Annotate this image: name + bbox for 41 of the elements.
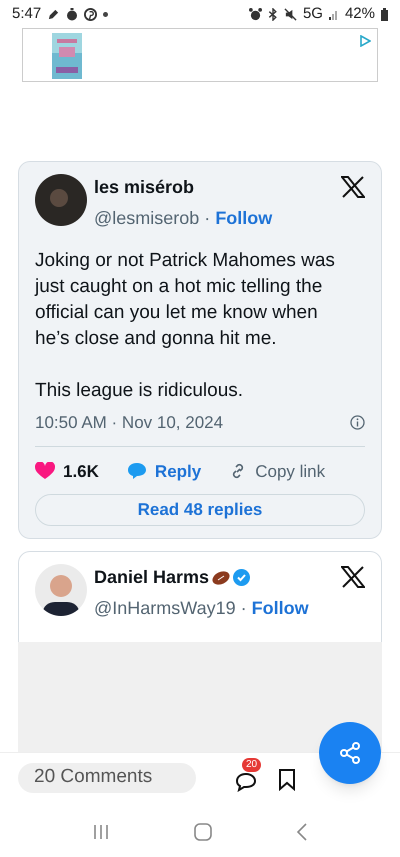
dot-icon [103, 12, 108, 16]
comment-count-badge: 20 [242, 758, 262, 772]
follow-link[interactable]: Follow [215, 208, 272, 228]
mute-icon [284, 8, 297, 20]
signal-icon [328, 8, 339, 20]
follow-link[interactable]: Follow [252, 598, 309, 618]
clock: 5:47 [12, 4, 42, 24]
comment-icon[interactable] [235, 772, 257, 792]
comments-button[interactable]: 20 Comments [18, 762, 196, 792]
home-icon[interactable] [194, 822, 212, 840]
bluetooth-icon [268, 8, 278, 20]
x-logo-icon[interactable] [341, 176, 365, 198]
info-icon[interactable] [350, 415, 365, 430]
copy-link-button[interactable]: Copy link [229, 458, 326, 484]
like-button[interactable]: 1.6K [35, 458, 99, 484]
ad-banner[interactable] [22, 28, 378, 82]
author-handle: @InHarmsWay19 · [94, 598, 247, 618]
pin-icon [84, 8, 98, 20]
speech-bubble-icon [126, 462, 147, 480]
battery-percent: 42% [344, 4, 375, 24]
author-name[interactable]: les misérob [94, 174, 194, 201]
author-handle: @lesmiserob · [94, 208, 210, 228]
x-logo-icon[interactable] [341, 566, 365, 588]
pencil-icon [47, 8, 60, 20]
tweet-text: This league is ridiculous. [35, 379, 244, 403]
timestamp[interactable]: 10:50 AM · Nov 10, 2024 [35, 410, 224, 436]
reply-button[interactable]: Reply [126, 458, 202, 484]
battery-icon [381, 8, 388, 20]
heart-icon [35, 462, 55, 480]
back-icon[interactable] [296, 822, 308, 840]
bookmark-icon[interactable] [278, 768, 296, 790]
avatar[interactable] [35, 564, 87, 616]
timer-icon [66, 8, 78, 20]
ad-choices-icon[interactable] [359, 35, 371, 47]
share-icon [338, 741, 362, 765]
read-replies-button[interactable]: Read 48 replies [35, 494, 365, 526]
tweet-text: Joking or not Patrick Mahomes was just caught on a hot mic telling the official can you let me know when he’s close and gonna hit me. [35, 249, 336, 351]
recent-apps-icon[interactable] [92, 824, 110, 840]
network-label: 5G [302, 4, 323, 24]
author-name[interactable]: Daniel Harms [94, 564, 210, 591]
avatar[interactable] [35, 174, 87, 226]
